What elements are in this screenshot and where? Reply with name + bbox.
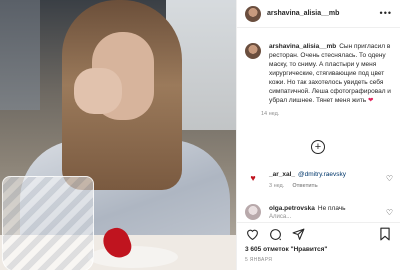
header-username[interactable]: arshavina_alisia__mb (267, 10, 339, 17)
comment-mention[interactable]: @dmitry.raevsky (298, 171, 346, 178)
photo-hand (74, 68, 122, 114)
avatar[interactable] (245, 5, 261, 22)
list-item: ♥ _ar_xal_ @dmitry.raevsky 3 нед. Ответить… (245, 170, 395, 191)
photo-plate (88, 246, 178, 268)
heart-emoji-icon: ❤ (368, 97, 374, 104)
share-icon[interactable] (291, 227, 305, 241)
bookmark-icon[interactable] (379, 227, 393, 241)
comment-username[interactable]: olga.petrovska (269, 205, 315, 212)
comment-like-icon[interactable]: ♡ (386, 174, 393, 183)
comment-time: 3 нед. (269, 183, 285, 189)
caption-time: 14 нед. (261, 111, 280, 117)
more-icon[interactable]: ••• (380, 8, 392, 18)
list-item: olga.petrovska Не плачь Алиса... ♡ (245, 204, 395, 222)
caption-username[interactable]: arshavina_alisia__mb (269, 43, 336, 50)
caption-text: Сын пригласил в ресторан. Очень стесняла… (269, 43, 391, 104)
comment-username[interactable]: _ar_xal_ (269, 171, 295, 178)
heart-avatar-icon[interactable]: ♥ (245, 170, 261, 186)
comment-text: Не плачь (317, 205, 346, 212)
reply-button[interactable]: Ответить (292, 183, 317, 189)
caption-avatar[interactable] (245, 43, 261, 59)
caption-text-block: arshavina_alisia__mb Сын пригласил в рест… (269, 42, 395, 105)
caption: arshavina_alisia__mb Сын пригласил в рест… (245, 42, 395, 117)
post-header: arshavina_alisia__mb ••• (237, 0, 400, 28)
comment-like-icon[interactable]: ♡ (386, 208, 393, 217)
heart-icon[interactable] (245, 227, 259, 241)
comment-icon[interactable] (268, 227, 282, 241)
avatar[interactable] (245, 204, 261, 220)
post-photo[interactable] (0, 0, 236, 270)
photo-glass (2, 176, 94, 270)
post-date: 5 ЯНВАРЯ (245, 257, 273, 263)
comment-text-continued: Алиса... (269, 214, 292, 220)
plus-circle-icon[interactable]: + (311, 140, 325, 154)
photo-background (0, 0, 40, 110)
likes-count[interactable]: 3 605 отметок "Нравится" (245, 246, 327, 253)
post-actions: 3 605 отметок "Нравится" 5 ЯНВАРЯ (237, 222, 400, 270)
post-side-panel: arshavina_alisia__mb ••• arshavina_alisi… (236, 0, 400, 270)
